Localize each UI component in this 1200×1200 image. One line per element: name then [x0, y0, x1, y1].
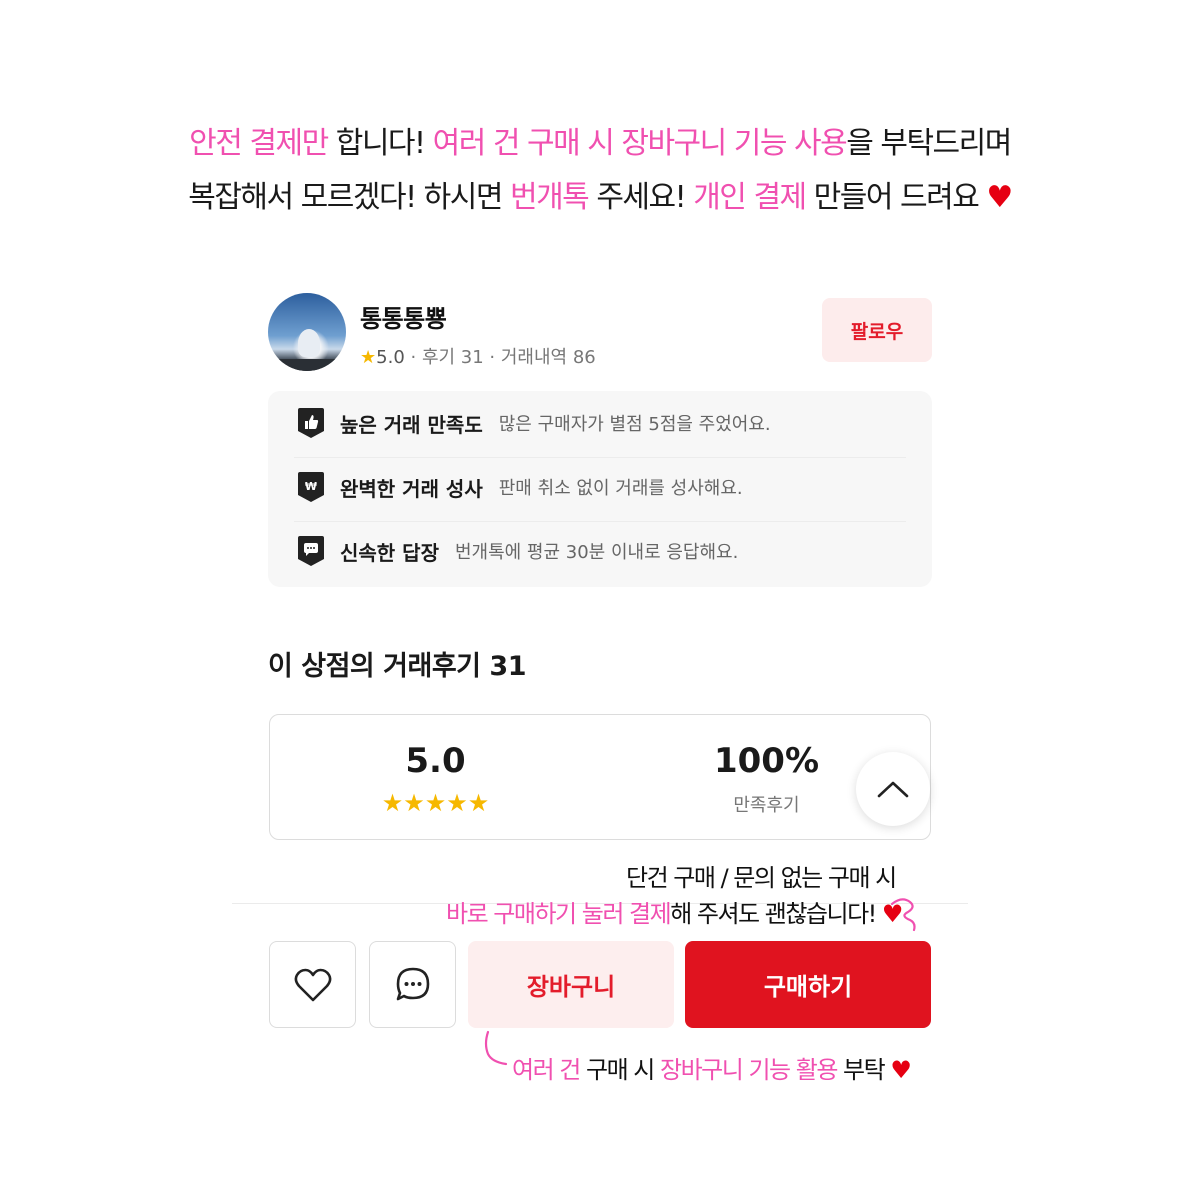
scroll-to-top-button[interactable]	[856, 752, 930, 826]
shop-name[interactable]: 통통통뿅	[360, 299, 447, 334]
svg-text:₩: ₩	[305, 480, 317, 493]
text-segment: 주세요!	[588, 180, 694, 215]
text-segment: 만들어 드려요	[805, 180, 987, 215]
heart-icon: ♥	[986, 180, 1013, 215]
shop-rating: 5.0	[376, 347, 405, 368]
heart-icon: ♥	[890, 1056, 912, 1084]
badge-complete-deals: ₩ 완벽한 거래 성사 판매 취소 없이 거래를 성사해요.	[298, 467, 743, 507]
arrow-doodle-icon	[890, 898, 916, 932]
text-segment: 부탁	[836, 1056, 891, 1084]
review-score: 5.0	[405, 741, 466, 781]
badge-title: 높은 거래 만족도	[340, 412, 483, 437]
cart-button[interactable]: 장바구니	[468, 941, 674, 1028]
won-icon: ₩	[298, 472, 324, 502]
text-segment: 을 부탁드리며	[846, 126, 1012, 161]
badge-desc: 많은 구매자가 별점 5점을 주었어요.	[498, 414, 771, 435]
chat-button[interactable]	[369, 941, 456, 1028]
badge-desc: 번개톡에 평균 30분 이내로 응답해요.	[454, 542, 739, 563]
text-segment: 개인 결제	[693, 180, 807, 215]
text-segment: 복잡해서 모르겠다! 하시면	[188, 180, 510, 215]
chat-bubble-icon	[298, 536, 324, 566]
text-segment: 여러 건	[512, 1056, 586, 1084]
badge-divider	[294, 521, 906, 522]
shop-avatar[interactable]	[268, 293, 346, 371]
badge-divider	[294, 457, 906, 458]
chat-icon	[396, 967, 429, 1000]
shop-stats: ★5.0 · 후기 31 · 거래내역 86	[360, 343, 596, 369]
notice-line-2: 복잡해서 모르겠다! 하시면 번개톡 주세요! 개인 결제 만들어 드려요 ♥	[0, 172, 1200, 216]
annotation-cart-usage: 여러 건 구매 시 장바구니 기능 활용 부탁 ♥	[512, 1050, 912, 1085]
heart-icon	[294, 968, 331, 1001]
review-summary[interactable]: 5.0 ★★★★★ 100% 만족후기	[269, 714, 931, 840]
star-icon: ★	[360, 347, 377, 368]
badge-desc: 판매 취소 없이 거래를 성사해요.	[498, 478, 743, 499]
badge-satisfaction: 높은 거래 만족도 많은 구매자가 별점 5점을 주었어요.	[298, 403, 771, 443]
follow-button[interactable]: 팔로우	[822, 298, 932, 362]
annotation-single-purchase: 단건 구매 / 문의 없는 구매 시	[626, 864, 897, 892]
badge-fast-reply: 신속한 답장 번개톡에 평균 30분 이내로 응답해요.	[298, 531, 738, 571]
thumbs-up-icon	[298, 408, 324, 438]
badge-title: 완벽한 거래 성사	[340, 476, 483, 501]
text-segment: 구매 시	[586, 1056, 660, 1084]
annotation-direct-buy: 바로 구매하기 눌러 결제해 주셔도 괜찮습니다! ♥	[446, 894, 903, 929]
text-segment: 안전 결제만	[189, 126, 329, 161]
avatar-cloud	[298, 329, 320, 357]
text-segment: 합니다!	[327, 126, 433, 161]
chevron-up-icon	[877, 781, 909, 798]
badge-title: 신속한 답장	[340, 540, 439, 565]
shop-badges-panel: 높은 거래 만족도 많은 구매자가 별점 5점을 주었어요. ₩ 완벽한 거래 …	[268, 391, 932, 587]
text-segment: 해 주셔도 괜찮습니다!	[670, 900, 882, 928]
review-score-block: 5.0 ★★★★★	[270, 715, 601, 839]
text-segment: 번개톡	[509, 180, 590, 215]
avatar-ground	[268, 359, 346, 371]
reviews-title: 이 상점의 거래후기 31	[268, 651, 527, 682]
buy-now-button[interactable]: 구매하기	[685, 941, 931, 1028]
text-segment: 바로 구매하기 눌러 결제	[446, 900, 672, 928]
text-segment: 장바구니 기능 활용	[660, 1056, 838, 1084]
shop-stats-rest: · 후기 31 · 거래내역 86	[404, 347, 596, 368]
rating-stars-icon: ★★★★★	[381, 789, 490, 817]
arrow-curve-icon	[484, 1030, 508, 1066]
text-segment: 여러 건 구매 시 장바구니 기능 사용	[432, 126, 848, 161]
like-button[interactable]	[269, 941, 356, 1028]
notice-line-1: 안전 결제만 합니다! 여러 건 구매 시 장바구니 기능 사용을 부탁드리며	[0, 118, 1200, 162]
